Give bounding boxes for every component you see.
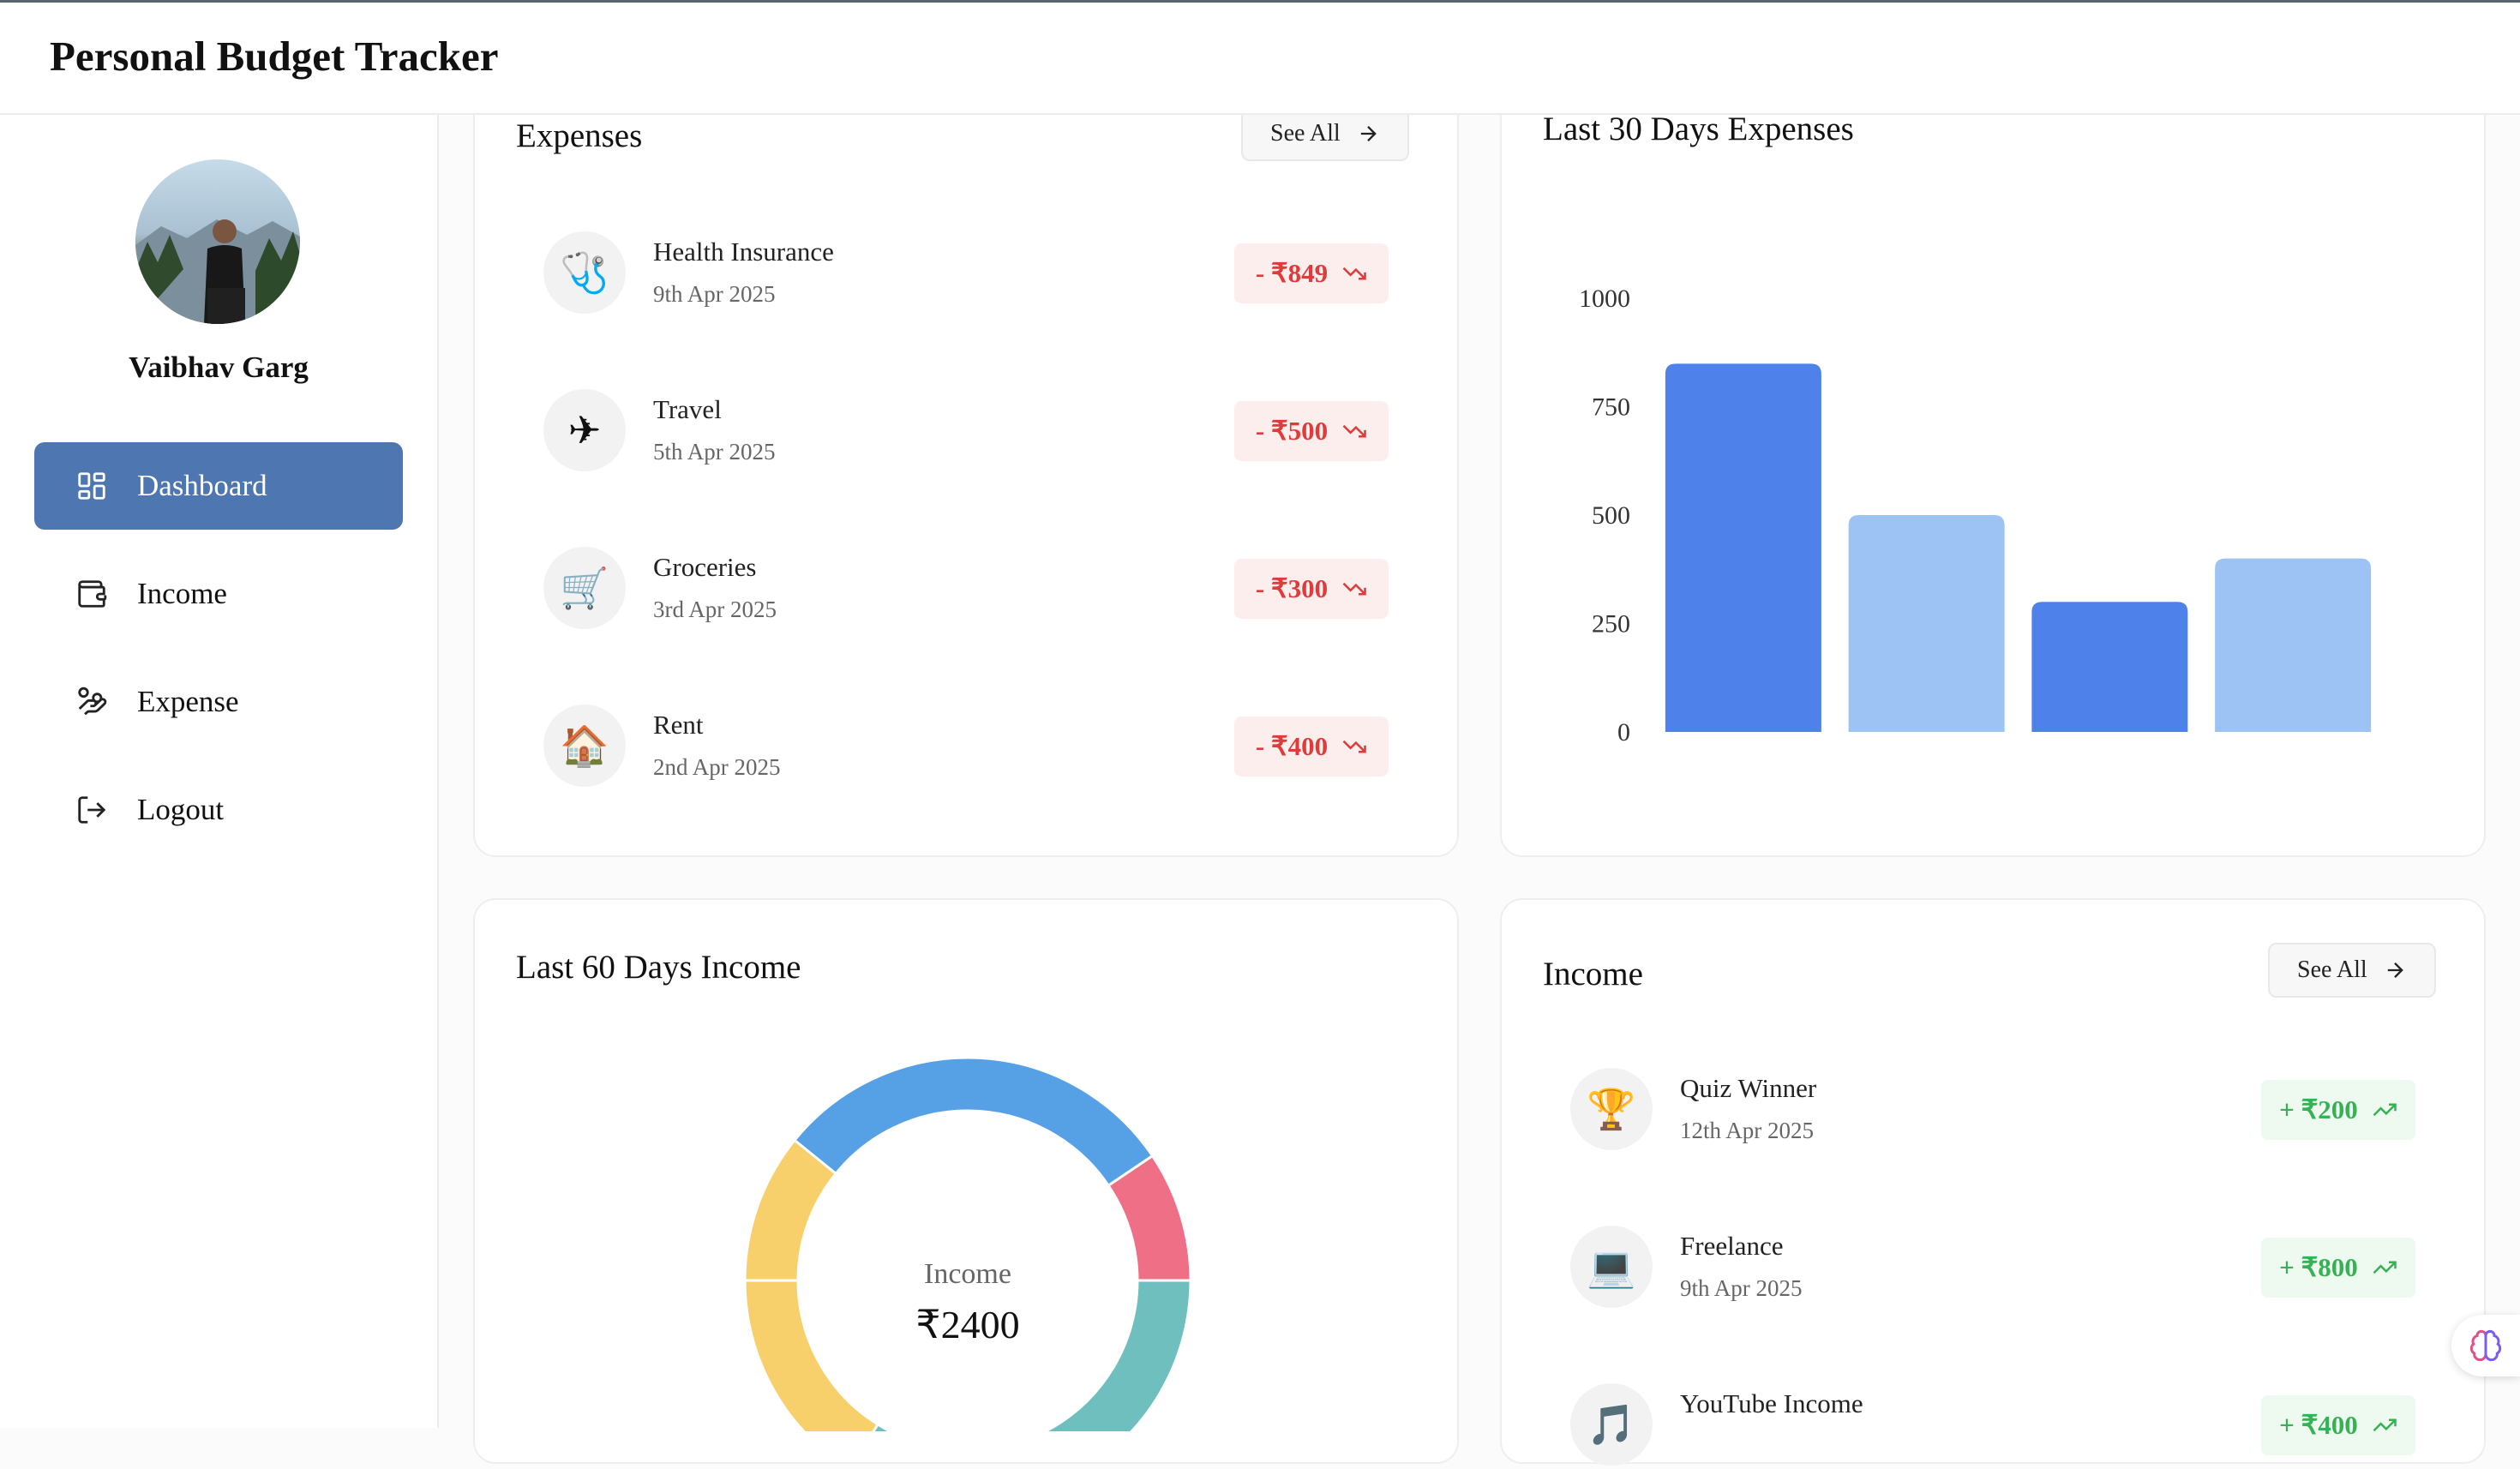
income-card: Income See All 🏆 Quiz Winner 12th Apr 20… [1500, 898, 2486, 1466]
item-name: YouTube Income [1680, 1388, 1863, 1418]
brain-icon [2469, 1329, 2502, 1362]
amount-badge: + ₹800 [2261, 1238, 2415, 1298]
amount-badge: - ₹400 [1234, 717, 1389, 776]
item-date: 5th Apr 2025 [653, 439, 776, 465]
item-date: 9th Apr 2025 [1680, 1275, 1803, 1301]
user-name: Vaibhav Garg [129, 351, 309, 384]
list-item[interactable]: 🎵 YouTube Income + ₹400 [1570, 1383, 2415, 1469]
music-note-icon: 🎵 [1570, 1383, 1653, 1466]
trend-down-icon [1342, 424, 1366, 438]
expenses-card: Expenses See All 🩺 Health Insurance 9th … [473, 82, 1459, 857]
item-name: Travel [653, 394, 722, 424]
shopping-cart-icon: 🛒 [543, 547, 626, 629]
expenses-title: Expenses [516, 117, 643, 154]
y-tick-label: 1000 [1579, 285, 1630, 313]
item-date: 12th Apr 2025 [1680, 1118, 1815, 1143]
house-icon: 🏠 [543, 705, 626, 787]
wallet-icon [75, 578, 108, 610]
assistant-button[interactable] [2451, 1315, 2520, 1376]
hand-coins-icon [75, 686, 108, 718]
sidebar-item-income[interactable]: Income [34, 550, 403, 638]
trend-down-icon [1342, 267, 1366, 280]
donut-chart [743, 1056, 1192, 1431]
income-see-all-button[interactable]: See All [2268, 943, 2436, 998]
list-item[interactable]: ✈ Travel 5th Apr 2025 - ₹500 [543, 389, 1389, 475]
bar-travel[interactable] [1848, 515, 2005, 732]
income-title: Income [1543, 956, 1643, 992]
list-item[interactable]: 💻 Freelance 9th Apr 2025 + ₹800 [1570, 1226, 2415, 1311]
arrow-right-icon [2387, 962, 2403, 978]
y-tick-label: 250 [1592, 610, 1630, 639]
trend-down-icon [1342, 740, 1366, 753]
amount-badge: - ₹300 [1234, 559, 1389, 619]
amount-badge: + ₹400 [2261, 1395, 2415, 1455]
list-item[interactable]: 🏠 Rent 2nd Apr 2025 - ₹400 [543, 705, 1389, 790]
arrow-right-icon [1360, 126, 1377, 141]
item-name: Freelance [1680, 1231, 1784, 1261]
amount-badge: - ₹849 [1234, 243, 1389, 303]
sidebar-item-expense[interactable]: Expense [34, 658, 403, 746]
expenses-chart-card: Last 30 Days Expenses 0 250 500 750 1000 [1500, 82, 2486, 857]
bar-groceries[interactable] [2031, 602, 2188, 732]
item-date: 3rd Apr 2025 [653, 597, 777, 622]
trend-up-icon [2373, 1261, 2397, 1274]
sidebar: Vaibhav Garg Dashboard Income Expense Lo… [0, 115, 439, 1428]
item-name: Rent [653, 710, 704, 740]
y-tick-label: 750 [1592, 393, 1630, 422]
income-chart-card: Last 60 Days Income Income ₹2400 [473, 898, 1459, 1464]
sidebar-item-label: Income [137, 577, 227, 610]
bar-chart: 0 250 500 750 1000 [1579, 285, 2372, 746]
airplane-icon: ✈ [543, 389, 626, 471]
list-item[interactable]: 🏆 Quiz Winner 12th Apr 2025 + ₹200 [1570, 1068, 2415, 1154]
trend-down-icon [1342, 582, 1366, 596]
donut-slice-freelance[interactable] [792, 1056, 1155, 1188]
sidebar-item-logout[interactable]: Logout [34, 766, 403, 854]
sidebar-item-label: Logout [137, 793, 225, 826]
amount-badge: - ₹500 [1234, 401, 1389, 461]
stethoscope-icon: 🩺 [543, 231, 626, 314]
donut-center-value: ₹2400 [915, 1303, 1020, 1346]
trend-up-icon [2373, 1103, 2397, 1117]
list-item[interactable]: 🛒 Groceries 3rd Apr 2025 - ₹300 [543, 547, 1389, 633]
expenses-chart-title: Last 30 Days Expenses [1543, 111, 1854, 147]
y-tick-label: 500 [1592, 501, 1630, 530]
trend-up-icon [2373, 1418, 2397, 1432]
trophy-icon: 🏆 [1570, 1068, 1653, 1150]
list-item[interactable]: 🩺 Health Insurance 9th Apr 2025 - ₹849 [543, 231, 1389, 317]
sidebar-item-label: Expense [137, 685, 239, 718]
item-date: 9th Apr 2025 [653, 281, 776, 307]
laptop-icon: 💻 [1570, 1226, 1653, 1308]
logout-icon [75, 794, 108, 826]
bar-rent[interactable] [2215, 558, 2372, 732]
donut-center-label: Income [924, 1258, 1011, 1290]
item-name: Health Insurance [653, 237, 834, 267]
see-all-label: See All [2297, 956, 2367, 983]
sidebar-item-dashboard[interactable]: Dashboard [34, 442, 403, 530]
item-date: 2nd Apr 2025 [653, 754, 781, 780]
sidebar-item-label: Dashboard [137, 469, 267, 502]
top-bar: Personal Budget Tracker [0, 0, 2520, 115]
item-name: Quiz Winner [1680, 1073, 1817, 1103]
bar-health-insurance[interactable] [1665, 363, 1821, 732]
y-tick-label: 0 [1617, 718, 1630, 746]
see-all-label: See All [1270, 120, 1341, 147]
avatar [135, 159, 300, 324]
amount-badge: + ₹200 [2261, 1080, 2415, 1140]
app-title: Personal Budget Tracker [50, 33, 499, 80]
dashboard-icon [75, 470, 108, 502]
item-name: Groceries [653, 552, 757, 582]
